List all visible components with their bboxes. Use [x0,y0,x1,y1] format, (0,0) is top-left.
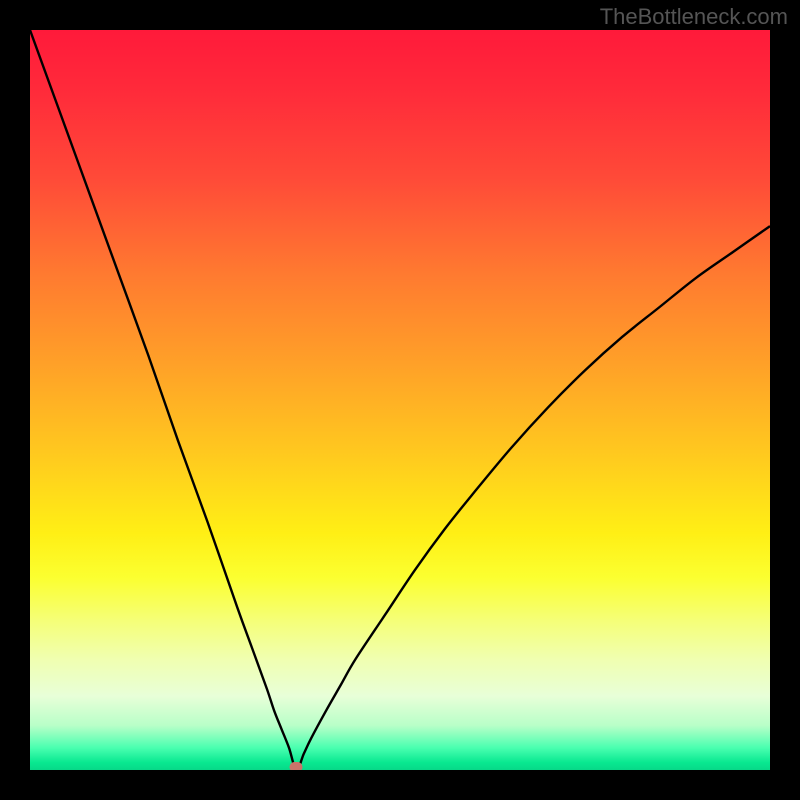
plot-area [30,30,770,770]
minimum-marker [290,762,303,770]
watermark-text: TheBottleneck.com [600,4,788,30]
bottleneck-curve [30,30,770,770]
